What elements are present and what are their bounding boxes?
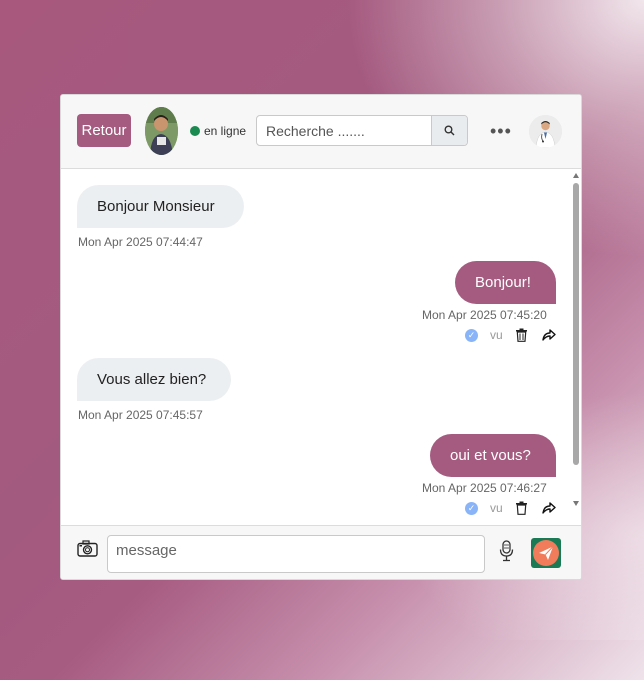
send-icon bbox=[533, 540, 559, 566]
back-button[interactable]: Retour bbox=[77, 114, 131, 147]
check-icon: ✓ bbox=[465, 328, 478, 342]
message-bubble-outgoing: oui et vous? bbox=[430, 434, 556, 477]
message-list[interactable]: Bonjour Monsieur Mon Apr 2025 07:44:47 B… bbox=[61, 169, 581, 525]
trash-icon[interactable] bbox=[515, 328, 528, 342]
online-status: en ligne bbox=[190, 124, 246, 138]
check-icon: ✓ bbox=[465, 501, 478, 515]
search-input[interactable] bbox=[257, 116, 433, 145]
seen-label: vu bbox=[490, 501, 503, 515]
contact-avatar[interactable] bbox=[145, 107, 178, 155]
doctor-avatar[interactable] bbox=[529, 115, 562, 148]
camera-icon[interactable] bbox=[77, 540, 98, 562]
message-actions: ✓ vu bbox=[465, 501, 556, 515]
microphone-icon[interactable] bbox=[499, 540, 514, 567]
message-timestamp: Mon Apr 2025 07:44:47 bbox=[78, 235, 203, 249]
seen-label: vu bbox=[490, 328, 503, 342]
online-status-label: en ligne bbox=[204, 124, 247, 138]
message-input[interactable] bbox=[107, 535, 485, 573]
message-scrollbar[interactable] bbox=[571, 169, 581, 509]
scroll-thumb[interactable] bbox=[573, 183, 579, 465]
message-bubble-incoming: Vous allez bien? bbox=[77, 358, 231, 401]
more-options-icon[interactable]: ••• bbox=[490, 122, 512, 140]
message-timestamp: Mon Apr 2025 07:45:20 bbox=[422, 308, 547, 322]
chat-window: Retour en ligne ••• bbox=[60, 94, 582, 580]
trash-icon[interactable] bbox=[515, 501, 528, 515]
scroll-down-icon[interactable] bbox=[573, 501, 579, 506]
online-dot-icon bbox=[190, 126, 200, 136]
message-bubble-outgoing: Bonjour! bbox=[455, 261, 556, 304]
share-icon[interactable] bbox=[541, 329, 556, 341]
message-actions: ✓ vu bbox=[465, 328, 556, 342]
chat-header: Retour en ligne ••• bbox=[61, 95, 581, 169]
search-box bbox=[256, 115, 468, 146]
message-timestamp: Mon Apr 2025 07:46:27 bbox=[422, 481, 547, 495]
share-icon[interactable] bbox=[541, 502, 556, 514]
message-bubble-incoming: Bonjour Monsieur bbox=[77, 185, 244, 228]
search-button[interactable] bbox=[431, 116, 467, 145]
scroll-up-icon[interactable] bbox=[573, 173, 579, 178]
send-button[interactable] bbox=[531, 538, 561, 568]
composer-bar bbox=[61, 525, 581, 579]
search-icon bbox=[444, 125, 455, 136]
message-timestamp: Mon Apr 2025 07:45:57 bbox=[78, 408, 203, 422]
